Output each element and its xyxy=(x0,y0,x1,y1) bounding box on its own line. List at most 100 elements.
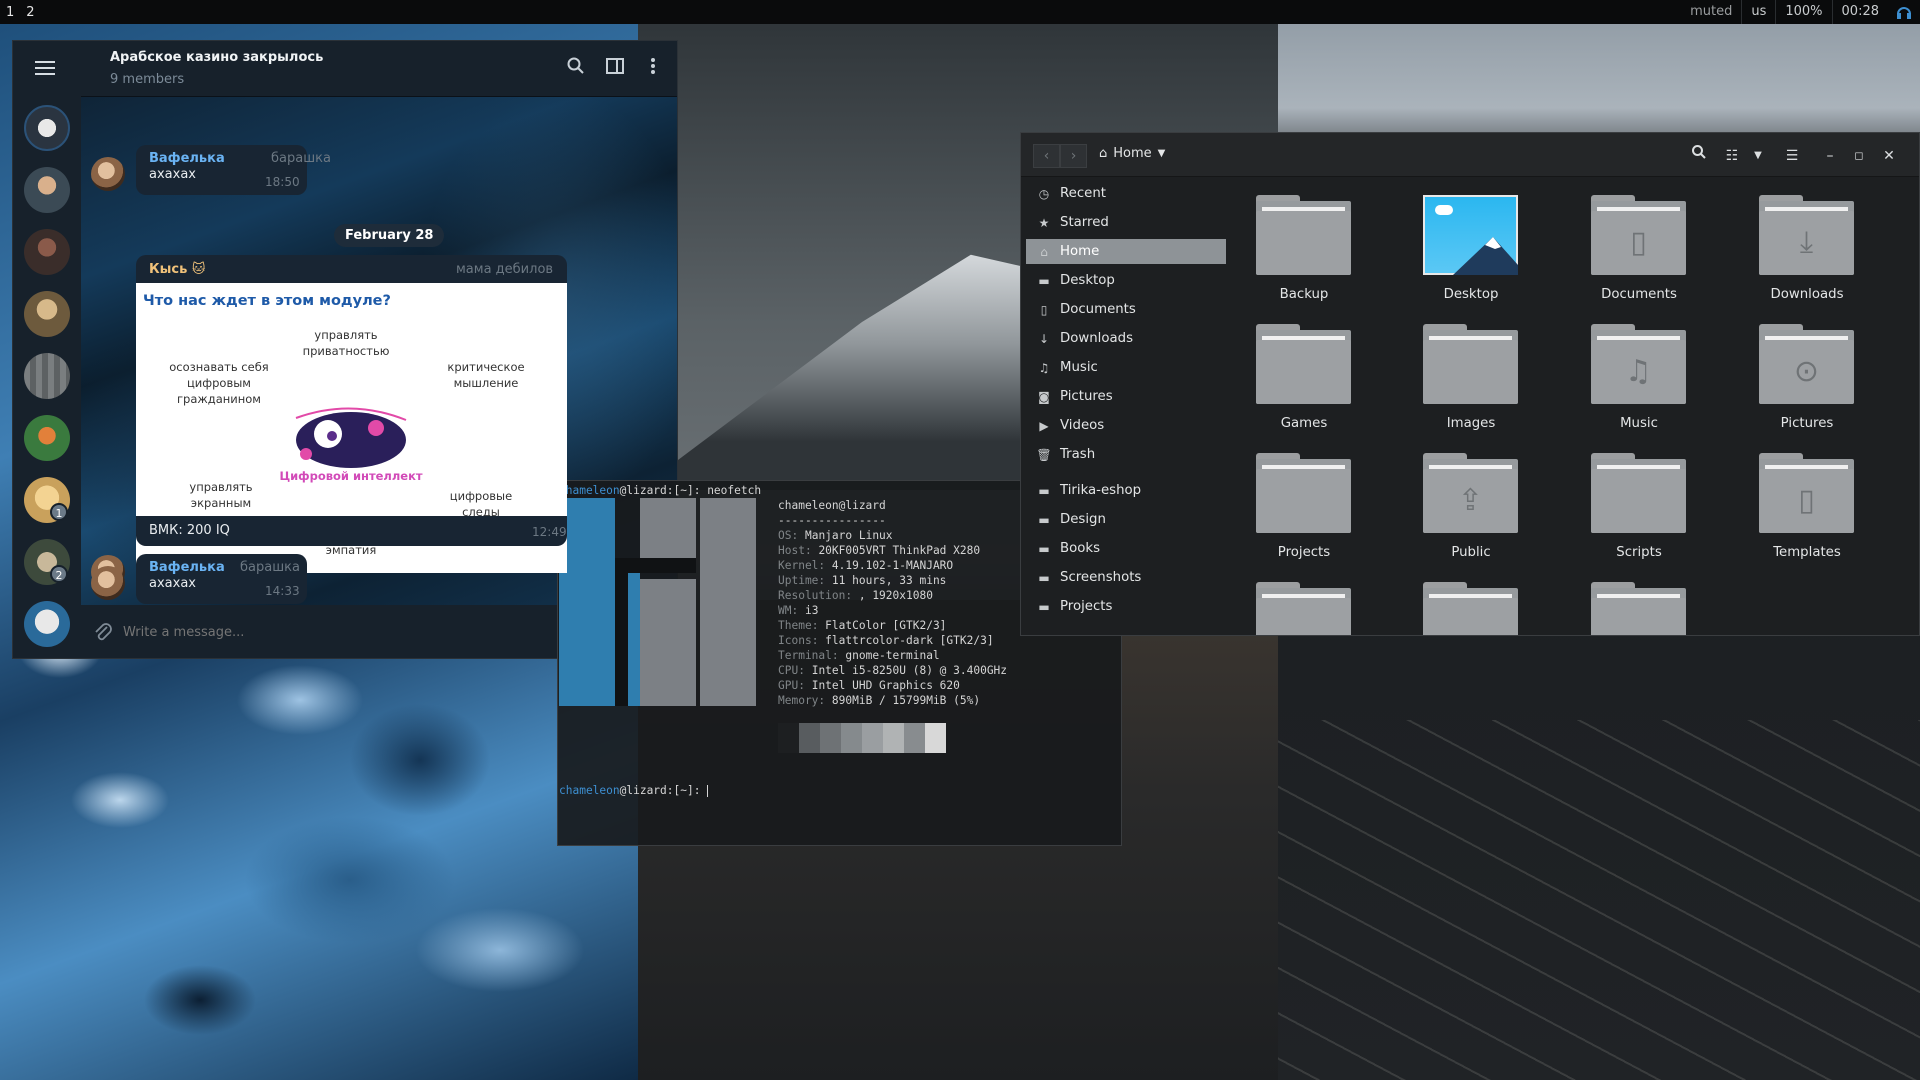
folder-images-icon[interactable] xyxy=(1423,324,1518,408)
folder-pictures-icon[interactable]: ⊙ xyxy=(1759,324,1854,408)
sidebar-item-screenshots[interactable]: ▬ Screenshots xyxy=(1026,565,1226,590)
sidebar-item-pictures[interactable]: ◙ Pictures xyxy=(1026,384,1226,409)
message-bubble[interactable]: Кысь 🐱 мама дебилов Что нас ждет в этом … xyxy=(136,255,567,573)
video-icon: ▶ xyxy=(1039,418,1049,433)
sidebar-item-documents[interactable]: ▯ Documents xyxy=(1026,297,1226,322)
folder-public-icon[interactable]: ⇪ xyxy=(1423,453,1518,537)
clock: 00:28 xyxy=(1831,0,1888,24)
palette-swatch xyxy=(862,723,883,753)
volume-status[interactable]: muted xyxy=(1681,0,1741,24)
folder-music-icon[interactable]: ♫ xyxy=(1591,324,1686,408)
folder-templates-icon[interactable]: ▯ xyxy=(1759,453,1854,537)
hamburger-menu-icon[interactable]: ☰ xyxy=(1779,144,1805,168)
maximize-icon[interactable]: ◻ xyxy=(1846,144,1872,168)
message-author[interactable]: Кысь 🐱 xyxy=(149,262,205,277)
view-mode-icon[interactable]: ☷ xyxy=(1719,144,1745,168)
sidebar-item-starred[interactable]: ★ Starred xyxy=(1026,210,1226,235)
sidebar-item-recent[interactable]: ◷ Recent xyxy=(1026,181,1226,206)
chat-avatar[interactable] xyxy=(24,229,70,275)
sidebar-item-downloads[interactable]: ↓ Downloads xyxy=(1026,326,1226,351)
chat-header[interactable]: Арабское казино закрылось 9 members xyxy=(81,41,677,97)
more-options-icon[interactable] xyxy=(641,57,665,81)
search-icon[interactable] xyxy=(1686,144,1712,168)
color-palette xyxy=(778,723,1007,753)
sidebar-item-label: Starred xyxy=(1060,215,1109,230)
attach-icon[interactable] xyxy=(93,621,113,647)
sidebar-item-label: Home xyxy=(1060,244,1100,259)
info-row: Terminal: gnome-terminal xyxy=(778,649,940,662)
sidebar-item-projects[interactable]: ▬ Projects xyxy=(1026,594,1226,619)
view-options-chevron-icon[interactable]: ▼ xyxy=(1745,144,1771,168)
brightness-status[interactable]: 100% xyxy=(1775,0,1831,24)
message-author[interactable]: Вафелька xyxy=(149,151,225,166)
forward-button[interactable]: › xyxy=(1060,144,1087,168)
sidebar-item-label: Documents xyxy=(1060,302,1136,317)
sidebar-item-design[interactable]: ▬ Design xyxy=(1026,507,1226,532)
chat-avatar[interactable] xyxy=(24,291,70,337)
folder-games-icon[interactable] xyxy=(1256,324,1351,408)
close-icon[interactable]: ✕ xyxy=(1876,144,1902,168)
sidebar-item-books[interactable]: ▬ Books xyxy=(1026,536,1226,561)
info-row: Theme: FlatColor [GTK2/3] xyxy=(778,619,947,632)
message-caption[interactable]: ВМК: 200 IQ 12:49 xyxy=(136,516,567,546)
message-bubble[interactable]: Вафелька барашка ахахах 14:33 xyxy=(136,554,307,604)
chevron-down-icon: ▼ xyxy=(1157,148,1166,159)
menu-icon[interactable] xyxy=(35,61,55,75)
folder-partial-icon[interactable] xyxy=(1256,582,1351,635)
folder-scripts-icon[interactable] xyxy=(1591,453,1686,537)
places-sidebar: ◷ Recent ★ Starred ⌂ Home ▬ Desktop ▯ Documents ↓ D… xyxy=(1021,177,1231,635)
command-line: chameleon@lizard:[~]: neofetch xyxy=(559,484,762,497)
folder-label: Scripts xyxy=(1616,545,1662,560)
folder-partial-icon[interactable] xyxy=(1423,582,1518,635)
music-icon: ♫ xyxy=(1038,360,1050,375)
info-header: chameleon@lizard xyxy=(778,499,886,512)
clock-icon: ◷ xyxy=(1038,186,1050,201)
chat-avatar[interactable] xyxy=(24,415,70,461)
message-input[interactable] xyxy=(123,619,563,645)
sidebar-item-home[interactable]: ⌂ Home xyxy=(1026,239,1226,264)
chat-avatar[interactable] xyxy=(24,601,70,647)
message-bubble[interactable]: Вафелька барашка ахахах 18:50 xyxy=(136,145,331,195)
sidebar-toggle-icon[interactable] xyxy=(603,57,627,81)
folder-documents-icon[interactable]: ▯ xyxy=(1591,195,1686,279)
chat-avatar[interactable] xyxy=(24,167,70,213)
sidebar-item-trash[interactable]: 🗑 Trash xyxy=(1026,442,1226,467)
minimize-icon[interactable]: – xyxy=(1817,144,1843,168)
search-icon[interactable] xyxy=(564,57,588,81)
sidebar-item-music[interactable]: ♫ Music xyxy=(1026,355,1226,380)
folder-label: Projects xyxy=(1277,545,1331,560)
sidebar-item-desktop[interactable]: ▬ Desktop xyxy=(1026,268,1226,293)
folder-partial-icon[interactable] xyxy=(1591,582,1686,635)
location-button[interactable]: ⌂ Home ▼ xyxy=(1099,146,1165,161)
i3-status-bar: 1 2 muted us 100% 00:28 xyxy=(0,0,1920,24)
sidebar-item-tirika-eshop[interactable]: ▬ Tirika-eshop xyxy=(1026,478,1226,503)
folder-downloads-icon[interactable]: ⤓ xyxy=(1759,195,1854,279)
sender-avatar[interactable] xyxy=(91,566,125,600)
back-button[interactable]: ‹ xyxy=(1033,144,1060,168)
author-tag: мама дебилов xyxy=(456,262,554,277)
chat-avatar-active[interactable] xyxy=(24,105,70,151)
folder-icon: ▬ xyxy=(1038,541,1050,556)
folder-label: Templates xyxy=(1773,545,1841,560)
status-area: muted us 100% 00:28 xyxy=(1681,0,1920,24)
sender-avatar[interactable] xyxy=(91,157,125,191)
folder-label: Pictures xyxy=(1780,416,1834,431)
folder-desktop-icon[interactable] xyxy=(1423,195,1518,279)
info-row: Icons: flattrcolor-dark [GTK2/3] xyxy=(778,634,994,647)
sidebar-item-label: Pictures xyxy=(1060,389,1113,404)
folder-backup-icon[interactable] xyxy=(1256,195,1351,279)
author-tag: барашка xyxy=(271,151,331,166)
image-heading: Что нас ждет в этом модуле? xyxy=(143,293,391,309)
info-row: Uptime: 11 hours, 33 mins xyxy=(778,574,947,587)
message-author[interactable]: Вафелька xyxy=(149,560,225,575)
folder-projects-icon[interactable] xyxy=(1256,453,1351,537)
prompt-line[interactable]: chameleon@lizard:[~]: xyxy=(559,784,709,797)
tray-headphones-icon[interactable] xyxy=(1888,5,1920,19)
folder-label: Desktop xyxy=(1443,287,1499,302)
workspace-1-button[interactable]: 1 xyxy=(0,5,20,20)
keyboard-layout-status[interactable]: us xyxy=(1741,0,1775,24)
sidebar-item-videos[interactable]: ▶ Videos xyxy=(1026,413,1226,438)
workspace-2-button[interactable]: 2 xyxy=(20,5,40,20)
palette-swatch xyxy=(904,723,925,753)
chat-avatar[interactable] xyxy=(24,353,70,399)
